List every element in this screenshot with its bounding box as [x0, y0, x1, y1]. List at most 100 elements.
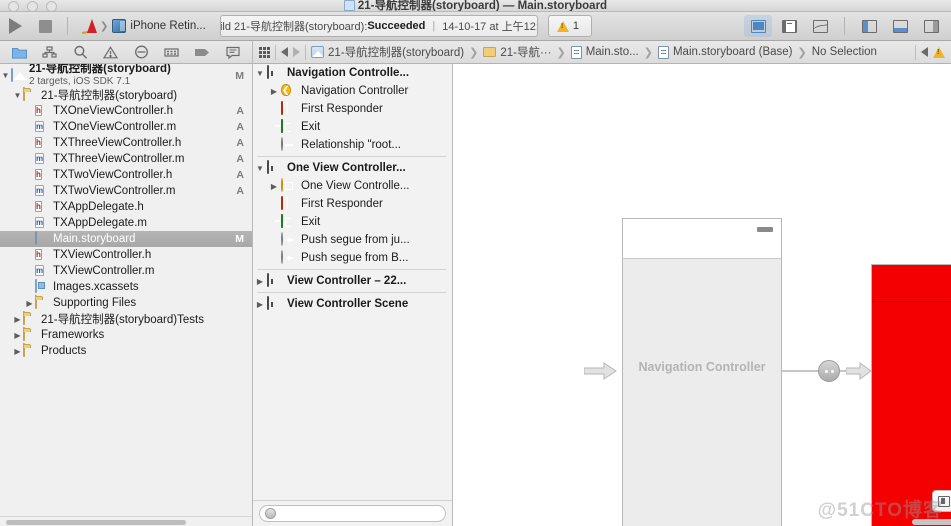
navigator-row[interactable]: h TXViewController.h	[0, 247, 252, 263]
navigator-row[interactable]: ▼ 21-导航控制器(storyboard)	[0, 87, 252, 103]
disclosure-triangle[interactable]: ▶	[267, 182, 281, 191]
assistant-editor-icon	[781, 19, 797, 33]
navigator-row[interactable]: m TXOneViewController.m A	[0, 119, 252, 135]
disclosure-triangle[interactable]: ▶	[12, 315, 23, 324]
project-navigator[interactable]: ▼ 21-导航控制器(storyboard) 2 targets, iOS SD…	[0, 64, 253, 526]
disclosure-triangle[interactable]: ▶	[253, 277, 267, 286]
find-navigator-button[interactable]	[70, 43, 90, 61]
folder-icon	[23, 87, 25, 101]
outline-item-row[interactable]: Relationship "root...	[253, 136, 452, 154]
disclosure-triangle[interactable]: ▶	[12, 331, 23, 340]
outline-scene-label: One View Controller...	[287, 162, 406, 174]
toggle-navigator-button[interactable]	[855, 15, 883, 37]
canvas-horizontal-scrollbar[interactable]	[908, 518, 951, 526]
toggle-debug-area-button[interactable]	[886, 15, 914, 37]
breakpoint-navigator-button[interactable]	[192, 43, 212, 61]
disclosure-triangle[interactable]: ▼	[253, 69, 267, 78]
breadcrumb-item-group[interactable]: 21-导航···	[483, 44, 551, 60]
breadcrumb-item-selection[interactable]: No Selection	[812, 46, 877, 58]
outline-item-row[interactable]: Push segue from B...	[253, 249, 452, 267]
navigator-row[interactable]: ▶ Frameworks	[0, 327, 252, 343]
outline-scene-row[interactable]: ▶ View Controller – 22...	[253, 272, 452, 290]
navigator-row-label: TXAppDelegate.m	[53, 217, 147, 229]
activity-status-view[interactable]: Build 21-导航控制器(storyboard): Succeeded | 14…	[219, 15, 538, 37]
debug-navigator-button[interactable]	[162, 43, 182, 61]
disclosure-triangle[interactable]: ▶	[12, 347, 23, 356]
navigator-row[interactable]: h TXTwoViewController.h A	[0, 167, 252, 183]
project-navigator-button[interactable]	[9, 43, 29, 61]
breadcrumb-item-base[interactable]: Main.storyboard (Base)	[657, 45, 793, 59]
outline-item-row[interactable]: First Responder	[253, 100, 452, 118]
navigator-row[interactable]: m TXTwoViewController.m A	[0, 183, 252, 199]
breadcrumb-item-file[interactable]: Main.sto...	[570, 45, 639, 59]
navigator-selector-bar	[0, 41, 253, 64]
test-navigator-button[interactable]	[131, 43, 151, 61]
outline-scene-row[interactable]: ▼ Navigation Controlle...	[253, 64, 452, 82]
navigator-row[interactable]: Main.storyboard M	[0, 231, 252, 247]
disclosure-triangle[interactable]: ▼	[12, 91, 23, 100]
document-outline-toggle-button[interactable]	[932, 490, 951, 512]
navigator-row[interactable]: h TXOneViewController.h A	[0, 103, 252, 119]
back-button[interactable]	[281, 47, 288, 57]
disclosure-triangle[interactable]: ▶	[253, 300, 267, 309]
scene-placeholder-label: Navigation Controller	[638, 360, 766, 374]
breadcrumb-item-project[interactable]: 21-导航控制器(storyboard)	[311, 44, 464, 60]
toggle-utilities-button[interactable]	[917, 15, 945, 37]
navigator-row[interactable]: Images.xcassets	[0, 279, 252, 295]
navigator-row[interactable]: ▶ Products	[0, 343, 252, 359]
file-icon	[35, 231, 49, 246]
header-file-icon: h	[35, 249, 42, 260]
disclosure-triangle[interactable]: ▶	[267, 87, 281, 96]
utilities-pane-icon	[923, 19, 939, 33]
document-outline[interactable]: ▼ Navigation Controlle... ▶ ❮ Navigation Con…	[253, 64, 453, 526]
issue-navigator-button[interactable]	[101, 43, 121, 61]
outline-item-label: Exit	[301, 216, 321, 228]
root-view-controller-scene[interactable]: 第1个页	[871, 264, 951, 526]
navigator-horizontal-scrollbar[interactable]	[0, 516, 252, 526]
disclosure-triangle[interactable]: ▶	[24, 299, 35, 308]
status-time: 14-10-17 at 上午12:13	[442, 21, 537, 33]
disclosure-triangle[interactable]: ▼	[0, 71, 11, 80]
navigation-controller-scene[interactable]: Navigation Controller	[622, 218, 782, 526]
warning-indicator-button[interactable]: 1	[547, 15, 592, 37]
relationship-segue-badge[interactable]	[818, 360, 840, 382]
run-button[interactable]	[0, 13, 30, 39]
outline-scene-row[interactable]: ▶ View Controller Scene	[253, 295, 452, 313]
related-items-icon[interactable]	[259, 46, 270, 58]
scene-icon	[267, 273, 283, 288]
navigator-row[interactable]: h TXAppDelegate.h	[0, 199, 252, 215]
header-file-icon: h	[35, 105, 42, 116]
outline-item-row[interactable]: Exit	[253, 118, 452, 136]
outline-item-row[interactable]: ▶ ❮ Navigation Controller	[253, 82, 452, 100]
stop-button[interactable]	[30, 13, 60, 39]
symbol-navigator-button[interactable]	[40, 43, 60, 61]
storyboard-canvas[interactable]: Navigation Controller 第1个页	[454, 64, 951, 526]
outline-item-row[interactable]: Push segue from ju...	[253, 231, 452, 249]
forward-button[interactable]	[293, 47, 300, 57]
outline-scene-row[interactable]: ▼ One View Controller...	[253, 159, 452, 177]
navigator-row[interactable]: ▶ 21-导航控制器(storyboard)Tests	[0, 311, 252, 327]
navigator-row[interactable]: ▶ Supporting Files	[0, 295, 252, 311]
navigator-row[interactable]: m TXThreeViewController.m A	[0, 151, 252, 167]
warning-icon[interactable]	[933, 46, 945, 58]
outline-filter-field[interactable]	[259, 505, 446, 522]
version-editor-button[interactable]	[806, 15, 834, 37]
jumpbar-divider-3	[915, 44, 916, 60]
disclosure-triangle[interactable]: ▼	[253, 164, 267, 173]
assistant-editor-button[interactable]	[775, 15, 803, 37]
navigator-row[interactable]: m TXAppDelegate.m	[0, 215, 252, 231]
navigator-row[interactable]: h TXThreeViewController.h A	[0, 135, 252, 151]
breadcrumb-label: Main.sto...	[585, 46, 639, 58]
log-navigator-button[interactable]	[223, 43, 243, 61]
outline-item-row[interactable]: Exit	[253, 213, 452, 231]
outline-item-row[interactable]: ▶ One View Controlle...	[253, 177, 452, 195]
standard-editor-button[interactable]	[744, 15, 772, 37]
navigator-row[interactable]: m TXViewController.m	[0, 263, 252, 279]
navigator-row-project[interactable]: ▼ 21-导航控制器(storyboard) 2 targets, iOS SD…	[0, 64, 252, 87]
status-badge: M	[235, 69, 244, 82]
outline-item-row[interactable]: First Responder	[253, 195, 452, 213]
scheme-selector[interactable]: ❯ iPhone Retin...	[75, 18, 212, 34]
outline-filter-bar	[253, 500, 453, 526]
previous-issue-button[interactable]	[921, 47, 928, 57]
stop-icon	[38, 19, 52, 33]
